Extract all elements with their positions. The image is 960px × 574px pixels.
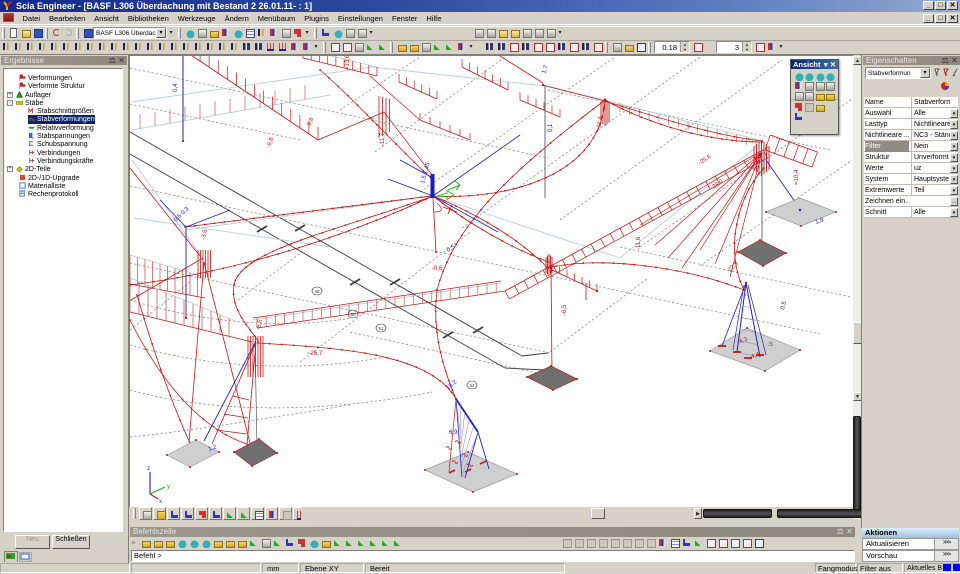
- svg-text:-9,6: -9,6: [266, 136, 275, 148]
- svg-text:-7: -7: [370, 116, 376, 122]
- svg-text:48: 48: [314, 289, 320, 294]
- svg-text:=10,4: =10,4: [794, 169, 800, 185]
- svg-text:-28,0: -28,0: [710, 178, 725, 191]
- svg-text:0,4: 0,4: [173, 83, 179, 92]
- svg-text:50: 50: [350, 312, 356, 317]
- svg-text:-5,5: -5,5: [256, 318, 264, 330]
- svg-text:~26,7: ~26,7: [307, 351, 323, 357]
- svg-text:51: 51: [378, 326, 384, 331]
- svg-text:-11,7: -11,7: [380, 132, 386, 146]
- svg-text:-0,6: -0,6: [432, 266, 443, 272]
- svg-text:1,5 1,45: 1,5 1,45: [420, 161, 432, 184]
- svg-text:-9,6: -9,6: [306, 116, 315, 128]
- svg-text:0,5: 0,5: [446, 244, 457, 254]
- svg-text:-6,5: -6,5: [562, 304, 568, 315]
- svg-text:=13,6: =13,6: [345, 56, 351, 70]
- svg-text:0,5 0,3: 0,5 0,3: [173, 206, 191, 224]
- svg-text:0,1: 0,1: [548, 123, 554, 132]
- svg-text:-11,6: -11,6: [636, 236, 642, 250]
- svg-text:-3,6: -3,6: [201, 228, 209, 240]
- svg-text:52: 52: [469, 383, 475, 388]
- svg-text:1,7: 1,7: [541, 64, 550, 75]
- svg-text:-25,6: -25,6: [698, 153, 713, 166]
- svg-text:x: x: [159, 499, 162, 505]
- svg-text:0,5: 0,5: [780, 300, 788, 310]
- svg-text:6,9: 6,9: [449, 430, 458, 436]
- svg-text:-11,4: -11,4: [596, 116, 604, 131]
- svg-text:z: z: [147, 466, 150, 472]
- svg-text:y: y: [167, 484, 170, 490]
